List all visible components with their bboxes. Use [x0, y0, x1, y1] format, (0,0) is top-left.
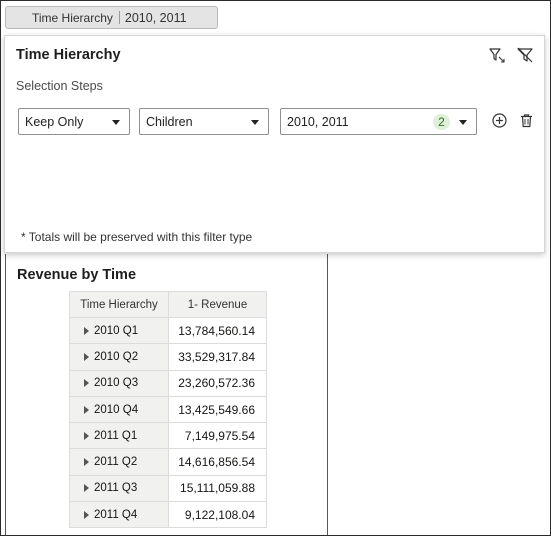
panel-toolbar: [488, 46, 534, 64]
revenue-cell: 23,260,572.36: [168, 369, 267, 397]
totals-footnote: * Totals will be preserved with this fil…: [21, 230, 253, 244]
filter-pill-label: Time Hierarchy: [32, 10, 113, 25]
revenue-cell: 33,529,317.84: [168, 343, 267, 371]
selection-steps-label: Selection Steps: [16, 79, 103, 93]
members-count-badge: 2: [433, 114, 450, 130]
filter-edit-icon[interactable]: [488, 46, 506, 64]
row-header[interactable]: 2010 Q4: [69, 395, 169, 424]
revenue-cell: 15,111,059.88: [168, 474, 267, 503]
row-header[interactable]: 2011 Q1: [69, 422, 169, 450]
expand-icon[interactable]: [84, 458, 89, 467]
column-header-time-hierarchy[interactable]: Time Hierarchy: [69, 291, 169, 318]
expand-icon[interactable]: [84, 405, 89, 414]
method-select[interactable]: Children: [139, 108, 269, 135]
pivot-table: Time Hierarchy 1- Revenue 2010 Q1 13,784…: [69, 291, 267, 529]
revenue-cell: 9,122,108.04: [168, 501, 267, 529]
filter-panel: Time Hierarchy Selection Steps Keep Only…: [4, 35, 545, 253]
filter-pill[interactable]: Time Hierarchy 2010, 2011: [5, 6, 218, 29]
expand-icon[interactable]: [84, 326, 89, 335]
expand-icon[interactable]: [84, 484, 89, 493]
chevron-down-icon: [251, 120, 259, 125]
table-row: 2011 Q2 14,616,856.54: [69, 448, 267, 476]
method-select-value: Children: [146, 114, 193, 129]
row-label: 2011 Q3: [94, 482, 138, 495]
row-header[interactable]: 2010 Q1: [69, 316, 169, 345]
operation-select-value: Keep Only: [25, 114, 84, 129]
table-row: 2011 Q3 15,111,059.88: [69, 474, 267, 503]
table-row: 2010 Q3 23,260,572.36: [69, 369, 267, 397]
revenue-cell: 13,784,560.14: [168, 316, 267, 345]
trash-icon[interactable]: [517, 111, 535, 129]
table-row: 2010 Q1 13,784,560.14: [69, 316, 267, 345]
row-header[interactable]: 2011 Q4: [69, 501, 169, 529]
row-header[interactable]: 2011 Q3: [69, 474, 169, 503]
revenue-cell: 13,425,549.66: [168, 395, 267, 424]
expand-icon[interactable]: [84, 352, 89, 361]
clear-filter-icon[interactable]: [516, 46, 534, 64]
row-label: 2010 Q3: [94, 377, 139, 390]
pivot-view: Revenue by Time Time Hierarchy 1- Revenu…: [5, 254, 328, 536]
row-label: 2010 Q4: [94, 403, 139, 416]
filter-pill-value: 2010, 2011: [124, 10, 187, 25]
row-label: 2010 Q1: [94, 324, 139, 337]
table-row: 2010 Q4 13,425,549.66: [69, 395, 267, 424]
row-header[interactable]: 2011 Q2: [69, 448, 169, 476]
table-row: 2011 Q4 9,122,108.04: [69, 501, 267, 529]
row-label: 2010 Q2: [94, 350, 139, 363]
column-header-revenue[interactable]: 1- Revenue: [168, 291, 267, 318]
row-header[interactable]: 2010 Q2: [69, 343, 169, 371]
row-label: 2011 Q2: [94, 456, 138, 469]
chevron-down-icon: [459, 120, 467, 125]
chevron-down-icon: [112, 120, 120, 125]
expand-icon[interactable]: [84, 431, 89, 440]
operation-select[interactable]: Keep Only: [18, 108, 130, 135]
expand-icon[interactable]: [84, 379, 89, 388]
members-select[interactable]: 2010, 2011 2: [280, 108, 477, 135]
members-select-value: 2010, 2011: [287, 114, 349, 129]
add-circle-icon[interactable]: [490, 111, 508, 129]
panel-title: Time Hierarchy: [16, 47, 121, 63]
row-label: 2011 Q1: [94, 429, 138, 442]
table-row: 2011 Q1 7,149,975.54: [69, 422, 267, 450]
view-title: Revenue by Time: [17, 267, 137, 283]
row-header[interactable]: 2010 Q3: [69, 369, 169, 397]
row-label: 2011 Q4: [94, 508, 138, 521]
revenue-cell: 7,149,975.54: [168, 422, 267, 450]
revenue-cell: 14,616,856.54: [168, 448, 267, 476]
step-actions: [490, 111, 535, 129]
table-row: 2010 Q2 33,529,317.84: [69, 343, 267, 371]
expand-icon[interactable]: [84, 510, 89, 519]
